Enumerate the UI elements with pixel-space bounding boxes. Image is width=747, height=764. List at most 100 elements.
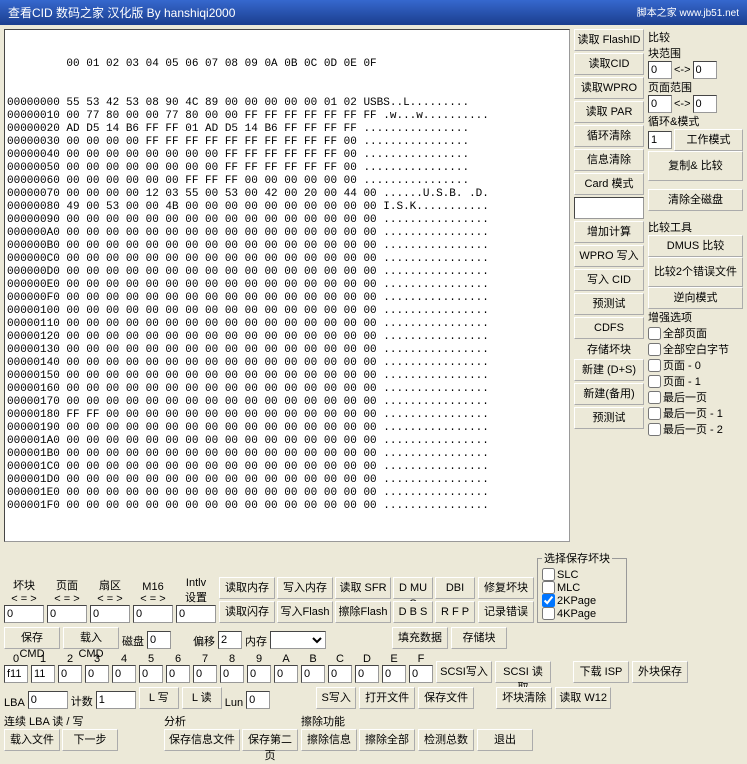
- l-read-button[interactable]: L 读: [182, 687, 222, 709]
- pretest-button[interactable]: 预测试: [574, 293, 644, 315]
- wpro-write-button[interactable]: WPRO 写入: [574, 245, 644, 267]
- read-wpro-button[interactable]: 读取WPRO: [574, 77, 644, 99]
- new-backup-button[interactable]: 新建(备用): [574, 383, 644, 405]
- hex-col-input-4[interactable]: [112, 665, 136, 683]
- log-error-button[interactable]: 记录错误: [478, 601, 534, 623]
- read-cid-button[interactable]: 读取CID: [574, 53, 644, 75]
- hex-col-input-9[interactable]: [247, 665, 271, 683]
- mlc-check[interactable]: [542, 581, 555, 594]
- dbi-button[interactable]: DBI: [435, 577, 475, 599]
- 4kpage-check[interactable]: [542, 607, 555, 620]
- all-pages-check[interactable]: [648, 327, 661, 340]
- load-file-button[interactable]: 载入文件: [4, 729, 60, 751]
- open-file-button[interactable]: 打开文件: [359, 687, 415, 709]
- l-write-button[interactable]: L 写: [139, 687, 179, 709]
- inc-calc-button[interactable]: 增加计算: [574, 221, 644, 243]
- card-mode-button[interactable]: Card 模式: [574, 173, 644, 195]
- m16-input[interactable]: [133, 605, 173, 623]
- hex-col-input-B[interactable]: [301, 665, 325, 683]
- dmus-compare-button[interactable]: DMUS 比较: [648, 235, 743, 257]
- save-block-button[interactable]: 存储块: [451, 627, 507, 649]
- last-page-2-check[interactable]: [648, 423, 661, 436]
- read-flash-button[interactable]: 读取闪存: [219, 601, 275, 623]
- scsi-w-button[interactable]: SCSI写入: [436, 661, 492, 683]
- sector-input[interactable]: [90, 605, 130, 623]
- all-blank-check[interactable]: [648, 343, 661, 356]
- check-total-button[interactable]: 检测总数: [418, 729, 474, 751]
- erase-flash-button[interactable]: 擦除Flash: [335, 601, 391, 623]
- exit-button[interactable]: 退出: [477, 729, 533, 751]
- info-erase-button[interactable]: 信息清除: [574, 149, 644, 171]
- hex-col-input-D[interactable]: [355, 665, 379, 683]
- hex-col-input-5[interactable]: [139, 665, 163, 683]
- write-flash-button[interactable]: 写入Flash: [277, 601, 333, 623]
- hex-col-input-1[interactable]: [31, 665, 55, 683]
- s-write-button[interactable]: S写入: [316, 687, 356, 709]
- hex-col-input-0[interactable]: [4, 665, 28, 683]
- page-from-input[interactable]: [648, 95, 672, 113]
- hex-col-input-F[interactable]: [409, 665, 433, 683]
- lba-input[interactable]: [28, 691, 68, 709]
- hex-col-input-E[interactable]: [382, 665, 406, 683]
- last-page-check[interactable]: [648, 391, 661, 404]
- hex-col-input-6[interactable]: [166, 665, 190, 683]
- hex-col-input-A[interactable]: [274, 665, 298, 683]
- write-mem-button[interactable]: 写入内存: [277, 577, 333, 599]
- mem-select[interactable]: [270, 631, 326, 649]
- save-page2-button[interactable]: 保存第二页: [242, 729, 298, 751]
- fix-bad-button[interactable]: 修复坏块: [478, 577, 534, 599]
- dbs-button[interactable]: D B S: [393, 601, 433, 623]
- block-to-input[interactable]: [693, 61, 717, 79]
- read-sfr-button[interactable]: 读取 SFR: [335, 577, 391, 599]
- save-cmd-button[interactable]: 保存 CMD: [4, 627, 60, 649]
- intlv-input[interactable]: [176, 605, 216, 623]
- copy-compare-button[interactable]: 复制& 比较: [648, 151, 743, 181]
- count-input[interactable]: [96, 691, 136, 709]
- bad-clear-button[interactable]: 坏块清除: [496, 687, 552, 709]
- lun-input[interactable]: [246, 691, 270, 709]
- read-w12-button[interactable]: 读取 W12: [555, 687, 611, 709]
- read-par-button[interactable]: 读取 PAR: [574, 101, 644, 123]
- block-from-input[interactable]: [648, 61, 672, 79]
- bad-block-input[interactable]: [4, 605, 44, 623]
- card-input[interactable]: [574, 197, 644, 219]
- disk-input[interactable]: [147, 631, 171, 649]
- erase-info-button[interactable]: 擦除信息: [301, 729, 357, 751]
- page-input[interactable]: [47, 605, 87, 623]
- dl-isp-button[interactable]: 下载 ISP: [573, 661, 629, 683]
- fill-data-button[interactable]: 填充数据: [392, 627, 448, 649]
- slc-check[interactable]: [542, 568, 555, 581]
- page1-check[interactable]: [648, 375, 661, 388]
- next-step-button[interactable]: 下一步: [62, 729, 118, 751]
- clear-disk-button[interactable]: 清除全磁盘: [648, 189, 743, 211]
- cdfs-button[interactable]: CDFS: [574, 317, 644, 339]
- save-info-file-button[interactable]: 保存信息文件: [164, 729, 240, 751]
- page-to-input[interactable]: [693, 95, 717, 113]
- 2kpage-check[interactable]: [542, 594, 555, 607]
- new-ds-button[interactable]: 新建 (D+S): [574, 359, 644, 381]
- hex-col-input-8[interactable]: [220, 665, 244, 683]
- read-mem-button[interactable]: 读取内存: [219, 577, 275, 599]
- hex-col-input-C[interactable]: [328, 665, 352, 683]
- reverse-mode-button[interactable]: 逆向模式: [648, 287, 743, 309]
- work-mode-button[interactable]: 工作模式: [674, 129, 743, 151]
- write-cid-button[interactable]: 写入 CID: [574, 269, 644, 291]
- loop-erase-button[interactable]: 循环清除: [574, 125, 644, 147]
- ext-save-button[interactable]: 外块保存: [632, 661, 688, 683]
- save-file-button[interactable]: 保存文件: [418, 687, 474, 709]
- erase-all-button[interactable]: 擦除全部: [359, 729, 415, 751]
- hex-col-input-7[interactable]: [193, 665, 217, 683]
- load-cmd-button[interactable]: 载入 CMD: [63, 627, 119, 649]
- hex-col-input-2[interactable]: [58, 665, 82, 683]
- loop-input[interactable]: [648, 131, 672, 149]
- compare-errfiles-button[interactable]: 比较2个错误文件: [648, 257, 743, 287]
- pretest2-button[interactable]: 预测试: [574, 407, 644, 429]
- dmus-button[interactable]: D MU S: [393, 577, 433, 599]
- last-page-1-check[interactable]: [648, 407, 661, 420]
- offset-input[interactable]: [218, 631, 242, 649]
- read-flashid-button[interactable]: 读取 FlashID: [574, 29, 644, 51]
- rfp-button[interactable]: R F P: [435, 601, 475, 623]
- scsi-r-button[interactable]: SCSI 读取: [495, 661, 551, 683]
- hex-col-input-3[interactable]: [85, 665, 109, 683]
- page0-check[interactable]: [648, 359, 661, 372]
